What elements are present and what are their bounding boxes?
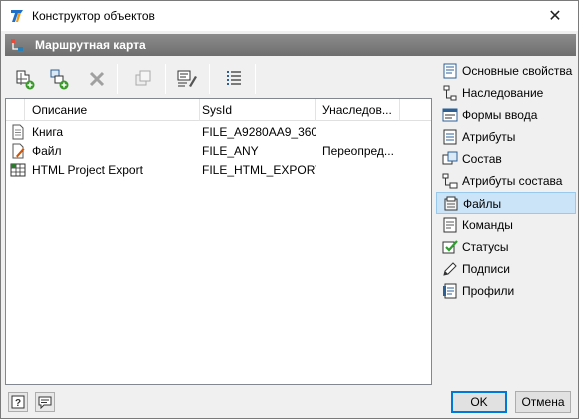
grid-header-icon-column	[6, 99, 25, 121]
route-map-icon	[11, 39, 23, 51]
files-grid: Описание SysId Унаследов... Книга FILE_A…	[5, 98, 432, 385]
delete-button[interactable]	[83, 64, 111, 94]
nav-item-profiles[interactable]: Профили	[436, 280, 576, 302]
statuses-icon	[442, 240, 458, 254]
toolbar	[5, 60, 432, 98]
edit-properties-button[interactable]	[173, 64, 201, 94]
file-edit-icon	[12, 143, 25, 159]
svg-text:?: ?	[15, 398, 21, 409]
nav-item-label: Состав	[462, 152, 502, 166]
window-title: Конструктор объектов	[32, 9, 155, 23]
nav-item-attributes[interactable]: Атрибуты	[436, 126, 576, 148]
toolbar-separator	[209, 64, 210, 94]
nav-item-files[interactable]: Файлы	[436, 192, 576, 214]
row-sysid: FILE_HTML_EXPORT	[202, 163, 316, 177]
left-panel: Описание SysId Унаследов... Книга FILE_A…	[5, 60, 432, 385]
object-designer-window: Конструктор объектов ✕ Маршрутная карта	[0, 0, 579, 419]
column-header-description[interactable]: Описание	[26, 99, 200, 121]
nav-item-commands[interactable]: Команды	[436, 214, 576, 236]
nav-item-label: Наследование	[462, 86, 544, 100]
inheritance-icon	[443, 85, 457, 101]
properties-icon	[443, 63, 457, 79]
nav-item-signatures[interactable]: Подписи	[436, 258, 576, 280]
table-row[interactable]: Файл FILE_ANY Переопред...	[6, 142, 431, 161]
app-logo-icon	[9, 8, 25, 24]
list-order-button[interactable]	[221, 64, 249, 94]
delete-icon	[89, 71, 105, 87]
nav-item-label: Файлы	[463, 197, 502, 211]
row-description: Книга	[32, 125, 64, 139]
add-linked-object-button[interactable]	[45, 64, 73, 94]
toolbar-separator	[117, 64, 118, 94]
book-file-icon	[12, 124, 24, 140]
nav-item-label: Формы ввода	[462, 108, 538, 122]
nav-item-label: Атрибуты состава	[462, 174, 563, 188]
help-icon: ?	[11, 395, 25, 409]
help-button[interactable]: ?	[8, 392, 28, 412]
comments-button[interactable]	[35, 392, 55, 412]
nav-item-composition-attributes[interactable]: Атрибуты состава	[436, 170, 576, 192]
table-row[interactable]: Книга FILE_A9280AA9_360...	[6, 123, 431, 142]
composition-icon	[442, 151, 458, 165]
title-bar: Конструктор объектов ✕	[1, 1, 578, 31]
row-sysid: FILE_A9280AA9_360...	[202, 125, 316, 139]
nav-item-main-properties[interactable]: Основные свойства	[436, 60, 576, 82]
edit-properties-icon	[177, 70, 197, 87]
forms-icon	[442, 108, 458, 122]
copy-object-icon	[135, 70, 151, 86]
object-header: Маршрутная карта	[5, 34, 576, 56]
close-button[interactable]: ✕	[532, 1, 578, 31]
row-inherited: Переопред...	[322, 144, 394, 158]
profiles-icon	[443, 283, 457, 299]
cancel-button[interactable]: Отмена	[515, 391, 571, 413]
nav-item-label: Атрибуты	[462, 130, 516, 144]
copy-object-button[interactable]	[129, 64, 157, 94]
dialog-footer: ? OK Отмена	[1, 385, 578, 418]
column-header-sysid[interactable]: SysId	[196, 99, 316, 121]
signatures-icon	[443, 262, 457, 276]
row-description: HTML Project Export	[32, 163, 143, 177]
attributes-icon	[443, 129, 457, 145]
commands-icon	[443, 217, 457, 233]
nav-item-label: Команды	[462, 218, 513, 232]
list-order-icon	[227, 71, 241, 85]
close-icon: ✕	[548, 8, 562, 25]
nav-item-statuses[interactable]: Статусы	[436, 236, 576, 258]
object-title: Маршрутная карта	[35, 38, 146, 52]
row-inherited	[316, 161, 400, 180]
nav-item-composition[interactable]: Состав	[436, 148, 576, 170]
files-icon	[444, 196, 458, 211]
row-description: Файл	[32, 144, 62, 158]
add-object-button[interactable]	[11, 64, 39, 94]
nav-item-label: Основные свойства	[462, 64, 573, 78]
composition-attributes-icon	[442, 173, 458, 189]
column-header-inherited[interactable]: Унаследов...	[316, 99, 400, 121]
html-export-icon	[10, 163, 26, 177]
nav-item-label: Подписи	[462, 262, 510, 276]
sections-nav: Основные свойства Наследование Формы вво…	[436, 60, 576, 308]
nav-item-input-forms[interactable]: Формы ввода	[436, 104, 576, 126]
row-inherited	[316, 123, 400, 142]
nav-item-label: Профили	[462, 284, 515, 298]
toolbar-separator	[255, 64, 256, 94]
grid-header: Описание SysId Унаследов...	[6, 99, 431, 121]
toolbar-separator	[165, 64, 166, 94]
nav-item-label: Статусы	[462, 240, 509, 254]
row-sysid: FILE_ANY	[202, 144, 259, 158]
add-object-icon	[16, 70, 35, 90]
nav-item-inheritance[interactable]: Наследование	[436, 82, 576, 104]
ok-button[interactable]: OK	[451, 391, 507, 413]
add-linked-object-icon	[50, 69, 69, 90]
table-row[interactable]: HTML Project Export FILE_HTML_EXPORT	[6, 161, 431, 180]
comment-icon	[38, 396, 52, 409]
